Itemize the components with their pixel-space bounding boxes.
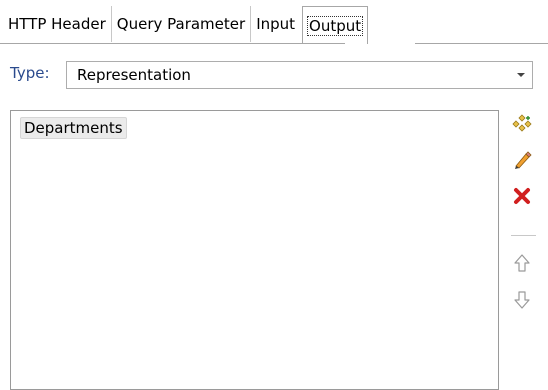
toolbar-separator	[511, 235, 536, 236]
add-icon	[512, 114, 532, 132]
tab-input[interactable]: Input	[251, 6, 301, 42]
type-dropdown-value: Representation	[77, 66, 191, 84]
tab-label: Output	[307, 15, 364, 36]
edit-button[interactable]	[506, 147, 538, 173]
representation-list[interactable]: Departments	[10, 110, 499, 390]
type-dropdown[interactable]: Representation	[66, 61, 533, 89]
move-down-icon	[514, 291, 530, 309]
type-label: Type:	[10, 64, 50, 82]
add-button[interactable]	[506, 111, 538, 137]
tab-query-parameter[interactable]: Query Parameter	[111, 6, 252, 42]
list-item[interactable]: Departments	[20, 117, 127, 139]
tab-output[interactable]: Output	[302, 6, 369, 44]
list-item-label: Departments	[24, 119, 123, 137]
move-up-icon	[514, 254, 530, 272]
move-up-button[interactable]	[506, 250, 538, 276]
tab-divider	[415, 43, 548, 44]
delete-x-icon	[514, 188, 530, 204]
dropdown-arrow-icon[interactable]	[510, 62, 532, 88]
tab-label: Query Parameter	[116, 15, 246, 33]
tab-http-header[interactable]: HTTP Header	[0, 6, 112, 42]
tab-bar: HTTP Header Query Parameter Input Output	[0, 6, 369, 44]
tab-divider	[0, 43, 345, 44]
move-down-button[interactable]	[506, 287, 538, 313]
tab-label: HTTP Header	[8, 15, 106, 33]
delete-button[interactable]	[506, 183, 538, 209]
tab-label: Input	[256, 15, 296, 33]
edit-pencil-icon	[515, 151, 532, 169]
